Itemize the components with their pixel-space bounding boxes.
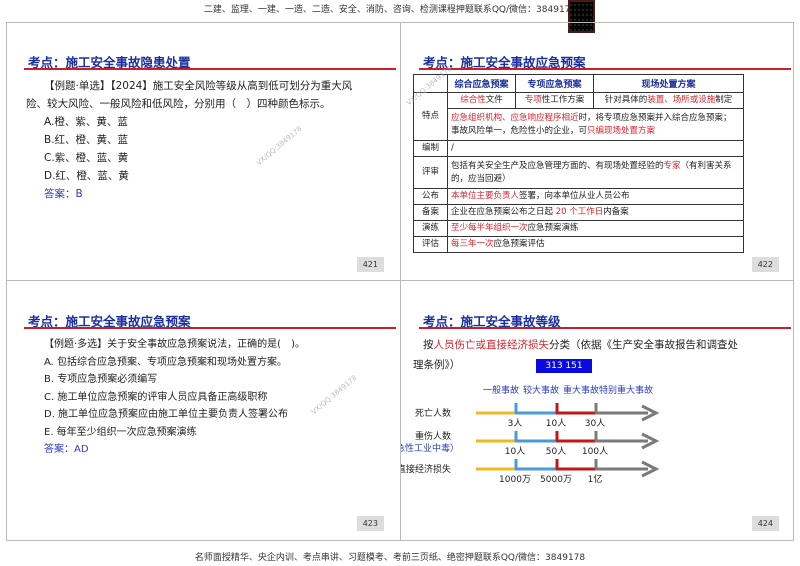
- table-row: 公布 本单位主要负责人签署，向本单位从业人员公布: [413, 188, 744, 205]
- option-a: A.橙、紫、黄、蓝: [44, 116, 128, 128]
- row-content: 企业在应急预案公布之日起 20 个工作日内备案: [447, 204, 744, 221]
- cell-text: 签署，向本单位从业人员公布: [519, 191, 630, 201]
- feature-merged-cell: 应急组织机构、应急响应程序相近时，将专项应急预案并入综合应急预案；事故风险单一，…: [447, 108, 744, 141]
- cell-text: 装置、场所或设施: [647, 95, 716, 105]
- row-content: 包括有关安全生产及应急管理方面的、有现场处置经验的专家（有利害关系的，应当回避）: [447, 156, 744, 189]
- column-header: 现场处置方案: [593, 74, 744, 93]
- cell-text: 每三年一次: [451, 239, 494, 249]
- threshold-label: 100人: [582, 446, 608, 457]
- cell-text: 应急预案评估: [493, 239, 545, 249]
- footer-banner: 名师面授精华、央企内训、考点串讲、习题模考、考前三页纸、绝密押题联系QQ/微信：…: [194, 553, 586, 563]
- threshold-label: 50人: [546, 446, 566, 457]
- row-label: 公布: [413, 188, 448, 205]
- feature-cell: 专项性工作方案: [515, 92, 594, 109]
- slide-422: 考点：施工安全事故应急预案 综合应急预案 专项应急预案 现场处置方案 特点 综合…: [401, 22, 795, 280]
- accident-level-diagram: 一般事故较大事故重大事故特别重大事故死亡人数 3人 10人 30人重伤人数（急性工业中…: [401, 384, 660, 485]
- feature-cell: 针对具体的装置、场所或设施制定: [593, 92, 744, 109]
- cell-text: 企业在应急预案公布之日起: [451, 207, 556, 217]
- row-label: 评审: [413, 156, 448, 189]
- table-row: 编制 /: [413, 140, 744, 157]
- row-label: 重伤人数: [415, 430, 451, 442]
- emergency-plan-table: 综合应急预案 专项应急预案 现场处置方案 特点 综合性文件 专项性工作方案 针对…: [413, 74, 744, 253]
- page-number: 423: [356, 516, 384, 531]
- column-header: 专项应急预案: [515, 74, 594, 93]
- header-banner: 二建、监理、一建、一造、二造、安全、消防、咨询、检测课程押题联系QQ/微信：38…: [203, 5, 577, 15]
- cell-text: 针对具体的: [604, 95, 648, 105]
- page-number: 422: [751, 257, 779, 272]
- title-underline: [419, 327, 791, 329]
- question: 【例题·单选】【2024】施工安全风险等级从高到低可划分为重大风 险、较大风险、…: [26, 77, 386, 203]
- intro-line2: 理条例》）: [413, 359, 461, 371]
- threshold-label: 3人: [508, 418, 523, 429]
- threshold-label: 1亿: [588, 473, 603, 485]
- option-c: C.紫、橙、蓝、黄: [44, 152, 129, 164]
- option-d: D.红、橙、蓝、黄: [44, 170, 129, 182]
- cell-text: 只编现场处置方案: [587, 125, 656, 136]
- slide-423: 考点：施工安全事故应急预案 【例题·多选】关于安全事故应急预案说法，正确的是( …: [6, 281, 400, 539]
- title-underline: [24, 68, 396, 70]
- row-label: 演练: [413, 220, 448, 237]
- table-row: 演练 至少每半年组织一次应急预案演练: [413, 220, 744, 237]
- cell-text: 内备案: [603, 207, 629, 217]
- threshold-label: 10人: [505, 446, 525, 457]
- cell-text: 至少每半年组织一次: [451, 223, 528, 233]
- title-underline: [24, 327, 396, 329]
- row-content: 本单位主要负责人签署，向本单位从业人员公布: [447, 188, 744, 205]
- row-sublabel: （急性工业中毒）: [401, 442, 459, 454]
- option-d: D. 施工单位应急预案应由施工单位主要负责人签署公布: [44, 409, 289, 420]
- feature-cell: 综合性文件: [447, 92, 516, 109]
- answer: 答案：B: [44, 188, 83, 200]
- intro-post: 分类（依据《生产安全事故报告和调查处: [549, 339, 738, 351]
- cell-text: 应急预案演练: [527, 223, 579, 233]
- row-label: 评估: [413, 236, 448, 253]
- question-stem: 【例题·多选】关于安全事故应急预案说法，正确的是( )。: [44, 339, 305, 350]
- table-row: 备案 企业在应急预案公布之日起 20 个工作日内备案: [413, 204, 744, 221]
- level-label: 特别重大事故: [599, 384, 653, 396]
- level-label: 较大事故: [523, 384, 559, 396]
- code-badge: 313 151: [536, 359, 592, 373]
- level-label: 重大事故: [563, 384, 599, 396]
- cell-text: /: [451, 143, 454, 153]
- cell-text: 应急组织机构、应急响应程序相近: [451, 112, 579, 123]
- option-a: A. 包括综合应急预案、专项应急预案和现场处置方案。: [44, 356, 288, 368]
- page-number: 421: [356, 257, 384, 272]
- cell-text: 本单位主要负责人: [451, 191, 520, 201]
- row-label: 直接经济损失: [401, 463, 451, 475]
- row-content: /: [447, 140, 744, 157]
- row-content: 每三年一次应急预案评估: [447, 236, 744, 253]
- cell-text: 文件: [485, 95, 503, 105]
- option-e: E. 每年至少组织一次应急预案演练: [44, 426, 197, 438]
- column-header: 综合应急预案: [447, 74, 516, 93]
- row-label: 编制: [413, 140, 448, 157]
- slide-421: 考点：施工安全事故隐患处置 【例题·单选】【2024】施工安全风险等级从高到低可…: [6, 22, 400, 280]
- question-stem: 险、较大风险、一般风险和低风险，分别用（ ）四种颜色标示。: [26, 98, 331, 110]
- title-underline: [419, 68, 791, 70]
- threshold-label: 1000万: [499, 475, 531, 485]
- answer: 答案：AD: [44, 444, 89, 455]
- threshold-label: 10人: [546, 418, 566, 429]
- level-label: 一般事故: [483, 384, 519, 396]
- slide-424: 考点：施工安全事故等级 按人员伤亡或直接经济损失分类（依据《生产安全事故报告和调…: [401, 281, 795, 539]
- intro-highlight: 人员伤亡或直接经济损失: [433, 339, 550, 351]
- table-row: 评审 包括有关安全生产及应急管理方面的、有现场处置经验的专家（有利害关系的，应当回…: [413, 156, 744, 189]
- option-b: B. 专项应急预案必须编写: [44, 374, 158, 385]
- question-stem: 【例题·单选】【2024】施工安全风险等级从高到低可划分为重大风: [44, 80, 353, 92]
- intro-pre: 按: [423, 339, 434, 351]
- row-label: 死亡人数: [415, 407, 451, 419]
- option-b: B.红、橙、黄、蓝: [44, 134, 129, 146]
- row-content: 至少每半年组织一次应急预案演练: [447, 220, 744, 237]
- cell-text: 专家: [663, 160, 681, 171]
- page-number: 424: [751, 516, 779, 531]
- cell-text: 综合性: [460, 95, 486, 105]
- cell-text: 专项: [524, 95, 542, 105]
- cell-text: 包括有关安全生产及应急管理方面的、有现场处置经验的: [451, 160, 664, 171]
- threshold-label: 5000万: [540, 475, 572, 485]
- intro-text: 按人员伤亡或直接经济损失分类（依据《生产安全事故报告和调查处: [423, 337, 738, 352]
- cell-text: 20 个工作日: [555, 207, 604, 217]
- row-label: 备案: [413, 204, 448, 221]
- table-row: 评估 每三年一次应急预案评估: [413, 236, 744, 253]
- cell-text: 制定: [715, 95, 733, 105]
- cell-text: 性工作方案: [541, 95, 585, 105]
- threshold-label: 30人: [585, 418, 605, 429]
